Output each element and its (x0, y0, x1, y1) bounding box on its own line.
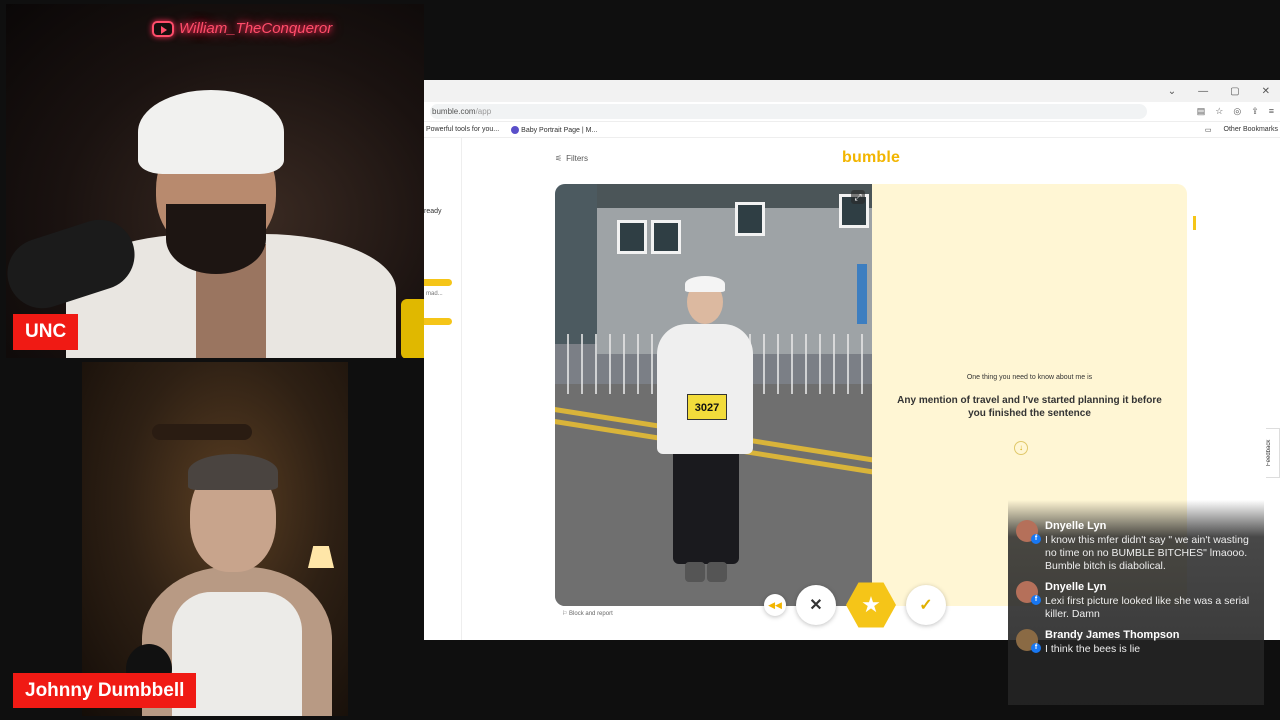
swipe-actions: ◀◀ ✕ ★ ✓ (764, 580, 946, 630)
bio-heading: One thing you need to know about me is (966, 374, 1093, 381)
facebook-icon: f (1031, 595, 1041, 605)
rewind-icon: ◀◀ (768, 599, 782, 610)
live-chat-overlay: f Dnyelle Lyn I know this mfer didn't sa… (1008, 500, 1264, 705)
share-icon[interactable]: ⇪ (1251, 106, 1259, 117)
chat-message: f Brandy James Thompson I think the bees… (1016, 629, 1254, 656)
webcam-host2 (82, 362, 348, 716)
reader-icon[interactable]: ▤ (1197, 106, 1206, 117)
chat-text: Lexi first picture looked like she was a… (1045, 595, 1250, 620)
sidebar-preview: mad... (426, 291, 443, 297)
facebook-icon: f (1031, 643, 1041, 653)
url-path: /app (475, 107, 492, 116)
host1-beard (166, 204, 266, 274)
avatar: f (1016, 629, 1041, 653)
address-bar-icons: ▤ ☆ ◎ ⇪ ≡ (1197, 106, 1274, 117)
url-field[interactable]: bumble.com/app (430, 104, 1147, 119)
check-icon: ✓ (919, 597, 933, 614)
bumble-logo: bumble (842, 149, 901, 166)
avatar: f (1016, 520, 1041, 544)
sidebar: ready mad... (424, 138, 462, 640)
webcam-host1: William_TheConqueror (6, 4, 424, 358)
host2-hair (188, 454, 278, 490)
race-bib: 3027 (687, 394, 727, 420)
backtrack-button[interactable]: ◀◀ (764, 594, 786, 616)
sidebar-text: ready (424, 208, 442, 215)
host1-cap (138, 90, 284, 174)
close-button[interactable]: ✕ (1262, 86, 1270, 97)
expand-icon[interactable]: ⤢ (851, 190, 865, 204)
tab-search-icon[interactable]: ⌄ (1168, 86, 1176, 97)
stream-stage: William_TheConqueror UNC Johnny Dumbbell… (0, 0, 1280, 720)
host1-name-tag: UNC (13, 314, 79, 350)
chat-author: Dnyelle Lyn (1045, 581, 1107, 593)
sidebar-badge[interactable] (424, 279, 452, 286)
block-report-label: Block and report (569, 611, 613, 617)
bookmark-item[interactable]: Powerful tools for you... (426, 126, 499, 133)
minimize-button[interactable]: — (1198, 86, 1208, 97)
sidebar-badge[interactable] (424, 318, 452, 325)
scroll-down-icon[interactable]: ↓ (1014, 441, 1028, 455)
filters-button[interactable]: ⚟ Filters (555, 154, 588, 163)
bookmarks-bar: Powerful tools for you... Baby Portrait … (424, 122, 1280, 138)
star-icon: ★ (861, 592, 881, 617)
like-button[interactable]: ✓ (906, 585, 946, 625)
bio-answer: Any mention of travel and I've started p… (897, 395, 1162, 419)
lamp (308, 546, 334, 568)
profile-photo: 3027 ⤢ (555, 184, 872, 606)
host2-name-tag: Johnny Dumbbell (13, 673, 197, 708)
chat-author: Brandy James Thompson (1045, 629, 1180, 641)
filters-label: Filters (566, 154, 588, 163)
neon-sign: William_TheConqueror (152, 20, 332, 37)
site-icon (511, 125, 520, 134)
address-bar: bumble.com/app ▤ ☆ ◎ ⇪ ≡ (424, 102, 1280, 122)
sliders-icon: ⚟ (555, 154, 563, 163)
chat-message: f Dnyelle Lyn Lexi first picture looked … (1016, 581, 1254, 621)
next-profile-edge (1193, 216, 1196, 230)
superswipe-button[interactable]: ★ (846, 582, 896, 628)
bookmark-item[interactable]: Baby Portrait Page | M... (511, 125, 598, 134)
chat-message: f Dnyelle Lyn I know this mfer didn't sa… (1016, 520, 1254, 573)
block-report-link[interactable]: ⚐ Block and report (562, 610, 613, 617)
other-bookmarks[interactable]: Other Bookmarks (1224, 126, 1278, 133)
maximize-button[interactable]: ▢ (1230, 86, 1239, 97)
bookmark-label: Baby Portrait Page | M... (521, 126, 598, 134)
feedback-tab[interactable]: Feedback (1266, 428, 1280, 478)
facebook-icon: f (1031, 534, 1041, 544)
mic-stand (401, 299, 424, 358)
extension-icon[interactable]: ◎ (1233, 106, 1241, 117)
bookmark-star-icon[interactable]: ☆ (1215, 106, 1223, 117)
pass-button[interactable]: ✕ (796, 585, 836, 625)
title-bar: ⌄ — ▢ ✕ (424, 80, 1280, 102)
chat-text: I know this mfer didn't say " we ain't w… (1045, 534, 1249, 572)
youtube-icon (152, 20, 174, 37)
folder-icon: ▭ (1204, 126, 1212, 134)
url-host: bumble.com (432, 107, 476, 116)
neon-sign-text: William_TheConqueror (179, 20, 333, 37)
close-icon: ✕ (809, 597, 823, 614)
menu-icon[interactable]: ≡ (1269, 106, 1274, 117)
chat-text: I think the bees is lie (1045, 643, 1141, 655)
ceiling-fan (152, 424, 252, 440)
chat-author: Dnyelle Lyn (1045, 520, 1107, 532)
avatar: f (1016, 581, 1041, 605)
